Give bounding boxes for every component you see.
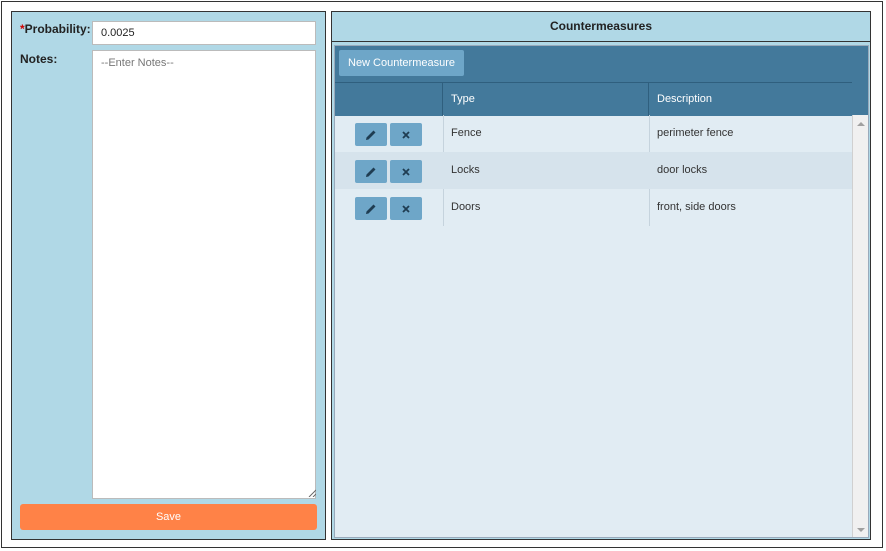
table-row: Doors front, side doors xyxy=(335,189,854,226)
save-button[interactable]: Save xyxy=(20,504,317,530)
edit-button[interactable] xyxy=(355,160,387,183)
close-icon xyxy=(402,167,410,176)
header-type[interactable]: Type xyxy=(443,83,649,116)
grid-body: Fence perimeter fence Locks door locks D… xyxy=(335,115,854,537)
probability-input[interactable] xyxy=(92,21,316,45)
header-actions xyxy=(335,83,443,116)
table-row: Fence perimeter fence xyxy=(335,115,854,152)
pencil-icon xyxy=(366,167,376,177)
notes-label: Notes: xyxy=(20,52,58,66)
cell-description: front, side doors xyxy=(657,201,736,213)
cell-type: Fence xyxy=(451,127,482,139)
header-description[interactable]: Description xyxy=(649,83,856,116)
cell-type: Locks xyxy=(451,164,480,176)
delete-button[interactable] xyxy=(390,123,422,146)
resize-grip-icon[interactable] xyxy=(308,489,316,497)
probability-label: *Probability: xyxy=(20,22,91,36)
new-countermeasure-button[interactable]: New Countermeasure xyxy=(339,50,464,76)
countermeasures-title: Countermeasures xyxy=(332,12,870,42)
grid-header: Type Description xyxy=(335,82,868,116)
scroll-up-icon[interactable] xyxy=(857,122,865,126)
pencil-icon xyxy=(366,204,376,214)
pencil-icon xyxy=(366,130,376,140)
edit-button[interactable] xyxy=(355,123,387,146)
close-icon xyxy=(402,204,410,213)
edit-button[interactable] xyxy=(355,197,387,220)
vertical-scrollbar[interactable] xyxy=(852,115,868,537)
grid-toolbar: New Countermeasure xyxy=(335,46,868,82)
scroll-down-icon[interactable] xyxy=(857,528,865,532)
countermeasures-grid: New Countermeasure Type Description Fenc… xyxy=(334,45,869,538)
risk-form-panel: *Probability: Notes: Save xyxy=(11,11,326,540)
close-icon xyxy=(402,130,410,139)
table-row: Locks door locks xyxy=(335,152,854,189)
delete-button[interactable] xyxy=(390,197,422,220)
notes-textarea[interactable] xyxy=(92,50,316,499)
header-scroll-spacer xyxy=(852,82,868,115)
cell-description: perimeter fence xyxy=(657,127,734,139)
delete-button[interactable] xyxy=(390,160,422,183)
cell-type: Doors xyxy=(451,201,481,213)
countermeasures-panel: Countermeasures New Countermeasure Type … xyxy=(331,11,871,540)
cell-description: door locks xyxy=(657,164,708,176)
